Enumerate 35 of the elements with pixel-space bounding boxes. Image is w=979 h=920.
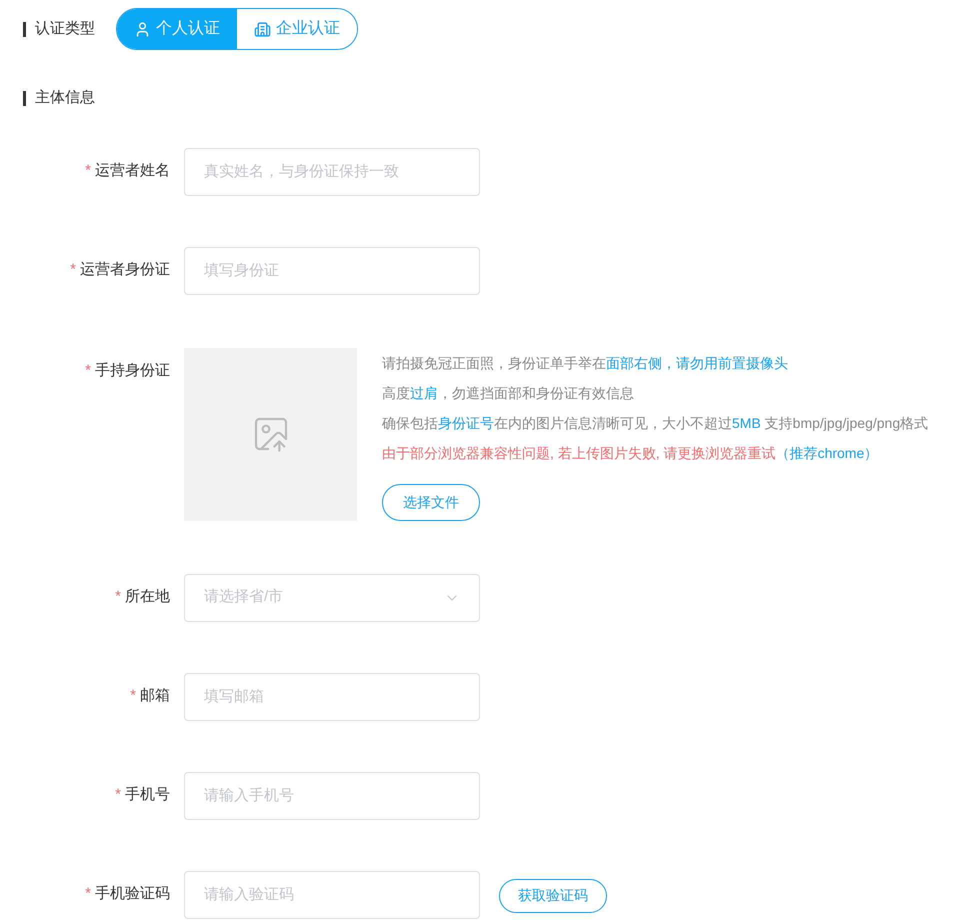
hint-text: 请拍摄免冠正面照，身份证单手举在面部右侧，请勿用前置摄像头 <box>382 354 789 372</box>
input-field[interactable]: 填写身份证 <box>184 246 480 294</box>
section-marker <box>23 90 26 106</box>
hint-text: 由于部分浏览器兼容性问题, 若上传图片失败, 请更换浏览器重试（推荐chrome） <box>382 444 880 462</box>
section-title: 主体信息 <box>35 88 95 108</box>
input-field[interactable]: 真实姓名，与身份证保持一致 <box>184 148 480 196</box>
field-label: 手机号 <box>125 785 170 806</box>
input-field[interactable]: 请输入手机号 <box>184 772 480 820</box>
section-marker <box>23 22 26 36</box>
building-icon <box>254 20 271 38</box>
required-mark: * <box>115 587 121 608</box>
required-mark: * <box>130 686 136 706</box>
auth-type-tab[interactable]: 个人认证 <box>117 9 237 49</box>
required-mark: * <box>115 785 121 806</box>
required-mark: * <box>85 161 91 182</box>
input-field[interactable]: 填写邮箱 <box>184 672 480 720</box>
required-mark: * <box>85 884 91 904</box>
required-mark: * <box>70 260 76 280</box>
select-placeholder: 请选择省/市 <box>204 587 284 608</box>
field-label: 运营者姓名 <box>95 161 170 182</box>
hint-text: 高度过肩，勿遮挡面部和身份证有效信息 <box>382 384 635 402</box>
choose-file-button[interactable]: 选择文件 <box>382 484 480 520</box>
section-label: 认证类型 <box>35 18 95 39</box>
input-field[interactable]: 请输入验证码 <box>184 870 480 918</box>
get-code-button[interactable]: 获取验证码 <box>499 878 607 912</box>
field-label: 手持身份证 <box>95 361 170 382</box>
person-icon <box>134 20 151 38</box>
field-label: 所在地 <box>125 587 170 608</box>
field-label: 手机验证码 <box>95 884 170 904</box>
image-placeholder[interactable] <box>184 348 357 520</box>
hint-text: 确保包括身份证号在内的图片信息清晰可见，大小不超过5MB 支持bmp/jpg/jpeg/png格式 <box>382 414 928 433</box>
select-field[interactable]: 请选择省/市 <box>184 574 480 622</box>
field-label: 运营者身份证 <box>80 260 170 280</box>
field-label: 邮箱 <box>140 686 170 706</box>
required-mark: * <box>85 361 91 382</box>
